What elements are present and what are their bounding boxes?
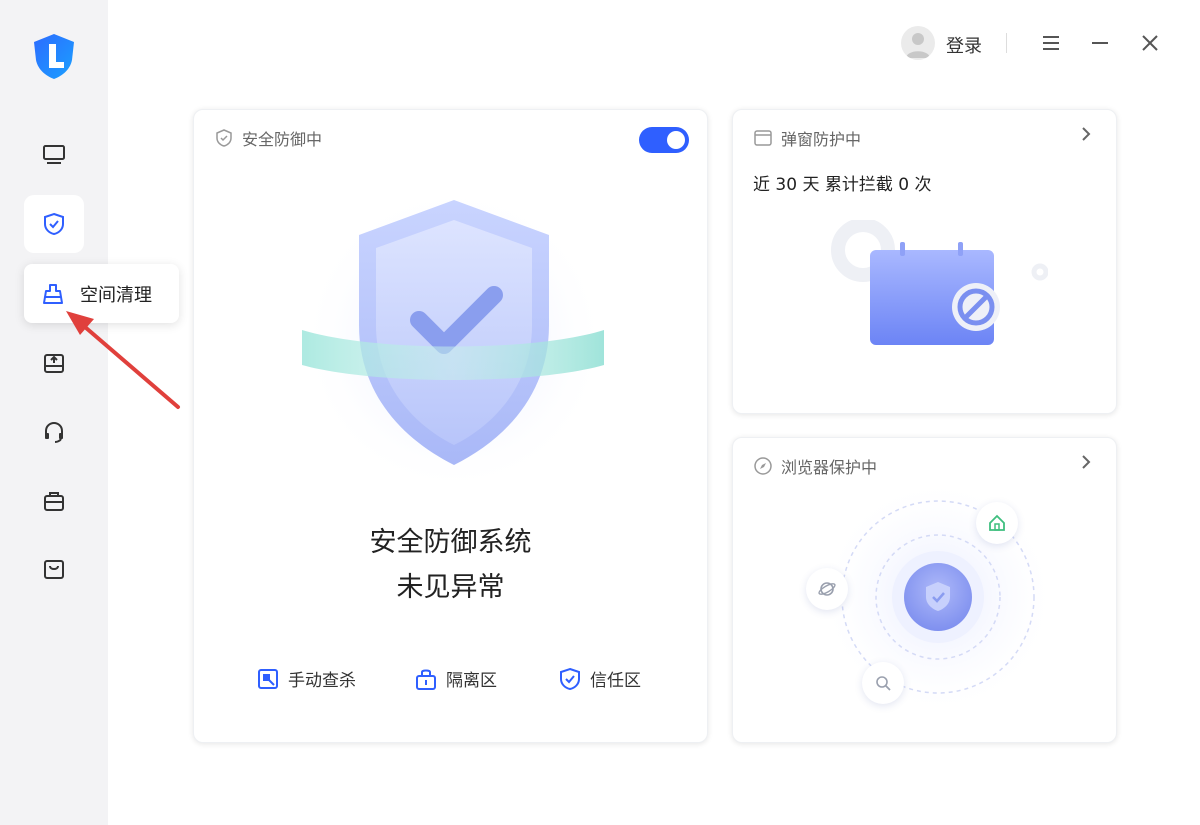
annotation-arrow [66, 311, 180, 409]
monitor-icon [43, 145, 65, 164]
popup-illustration [831, 220, 1048, 345]
defense-status-title: 安全防御系统 [369, 527, 532, 558]
shopping-bag-icon [44, 560, 64, 579]
toolbox-icon [44, 492, 64, 511]
browser-card-title: 浏览器保护中 [753, 454, 877, 478]
shield-illustration [299, 185, 609, 495]
minimize-button[interactable] [1086, 29, 1114, 57]
manual-scan-label: 手动查杀 [288, 671, 356, 691]
defense-card-title: 安全防御中 [214, 126, 322, 150]
trust-zone-label: 信任区 [590, 671, 641, 691]
sidebar-item-computer[interactable] [24, 126, 84, 184]
window-icon [754, 130, 772, 146]
compass-icon [754, 457, 772, 475]
sidebar-item-toolbox[interactable] [24, 472, 84, 530]
search-icon [876, 676, 891, 691]
manual-scan-button[interactable]: 手动查杀 [256, 666, 356, 691]
chevron-right-icon[interactable] [1076, 452, 1096, 472]
main-panel: 登录 安全防御中 安全防御系统 未见异常 手动查杀 隔离区 信任区 弹窗防护中 … [108, 0, 1200, 825]
browser-protection-card[interactable]: 浏览器保护中 [732, 437, 1117, 743]
lock-icon [416, 669, 436, 690]
search-protect-button[interactable] [862, 662, 904, 704]
headset-icon [45, 421, 63, 443]
login-button[interactable]: 登录 [946, 32, 982, 58]
popup-card-title: 弹窗防护中 [753, 126, 861, 150]
close-button[interactable] [1136, 29, 1164, 57]
header-divider [1006, 33, 1007, 53]
home-protect-button[interactable] [976, 502, 1018, 544]
browser-title-text: 浏览器保护中 [781, 458, 878, 477]
defense-card: 安全防御中 安全防御系统 未见异常 手动查杀 隔离区 信任区 [193, 109, 708, 743]
sidebar-item-store[interactable] [24, 540, 84, 598]
avatar[interactable] [901, 26, 935, 60]
app-logo [30, 32, 78, 80]
home-icon [989, 514, 1005, 531]
quarantine-button[interactable]: 隔离区 [414, 666, 497, 691]
minimize-icon [1092, 42, 1108, 44]
close-icon [1142, 35, 1158, 51]
trust-zone-button[interactable]: 信任区 [558, 666, 641, 691]
quarantine-label: 隔离区 [446, 671, 497, 691]
defense-title-text: 安全防御中 [242, 130, 323, 149]
shield-outline-icon [216, 129, 232, 147]
popup-protection-card[interactable]: 弹窗防护中 近 30 天 累计拦截 0 次 [732, 109, 1117, 414]
defense-toggle[interactable] [639, 127, 689, 153]
browser-protect-button[interactable] [806, 568, 848, 610]
shield-icon [44, 212, 64, 236]
popup-title-text: 弹窗防护中 [781, 130, 862, 149]
planet-icon [818, 582, 836, 596]
menu-button[interactable] [1037, 29, 1065, 57]
chevron-right-icon[interactable] [1076, 124, 1096, 144]
sidebar-item-security[interactable] [24, 195, 84, 253]
menu-icon [1043, 36, 1059, 50]
user-icon [906, 33, 930, 58]
tooltip-label: 空间清理 [80, 284, 152, 306]
defense-status-subtitle: 未见异常 [396, 572, 505, 603]
scan-icon [258, 668, 278, 689]
broom-icon [43, 283, 63, 304]
popup-stat-text: 近 30 天 累计拦截 0 次 [753, 175, 932, 195]
shield-check-icon [560, 667, 580, 690]
browser-orbit-illustration [818, 483, 1058, 717]
